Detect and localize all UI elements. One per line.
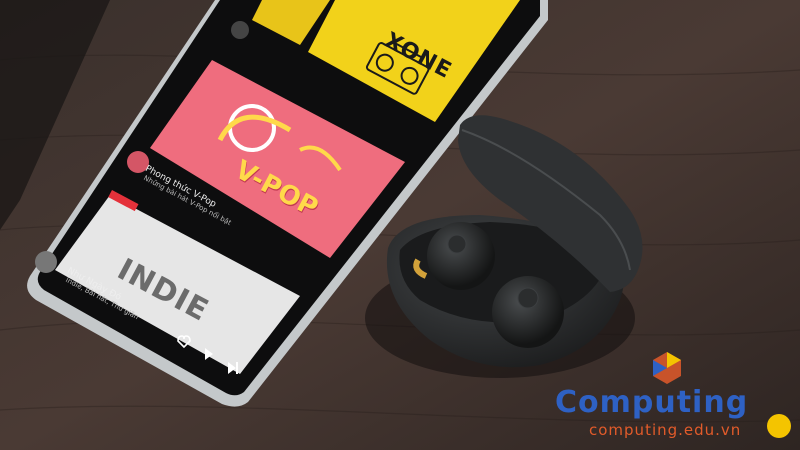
brand-name: Computing: [555, 385, 749, 420]
brand-logo-icon: [653, 352, 681, 384]
earbud-right: [492, 276, 564, 348]
brand-url: computing.edu.vn: [589, 421, 742, 439]
earbud-left: [427, 222, 495, 290]
playlist-avatar-0: [231, 21, 249, 39]
watermark: Computing computing.edu.vn: [555, 352, 791, 439]
photo-scene: XONE V-POP INDIE Phong thức V-Pop Những …: [0, 0, 800, 450]
earbud-left-logo: [447, 234, 467, 254]
brand-dot-icon: [767, 414, 791, 438]
playlist-avatar-2: [35, 251, 57, 273]
earbud-right-logo: [517, 287, 539, 309]
